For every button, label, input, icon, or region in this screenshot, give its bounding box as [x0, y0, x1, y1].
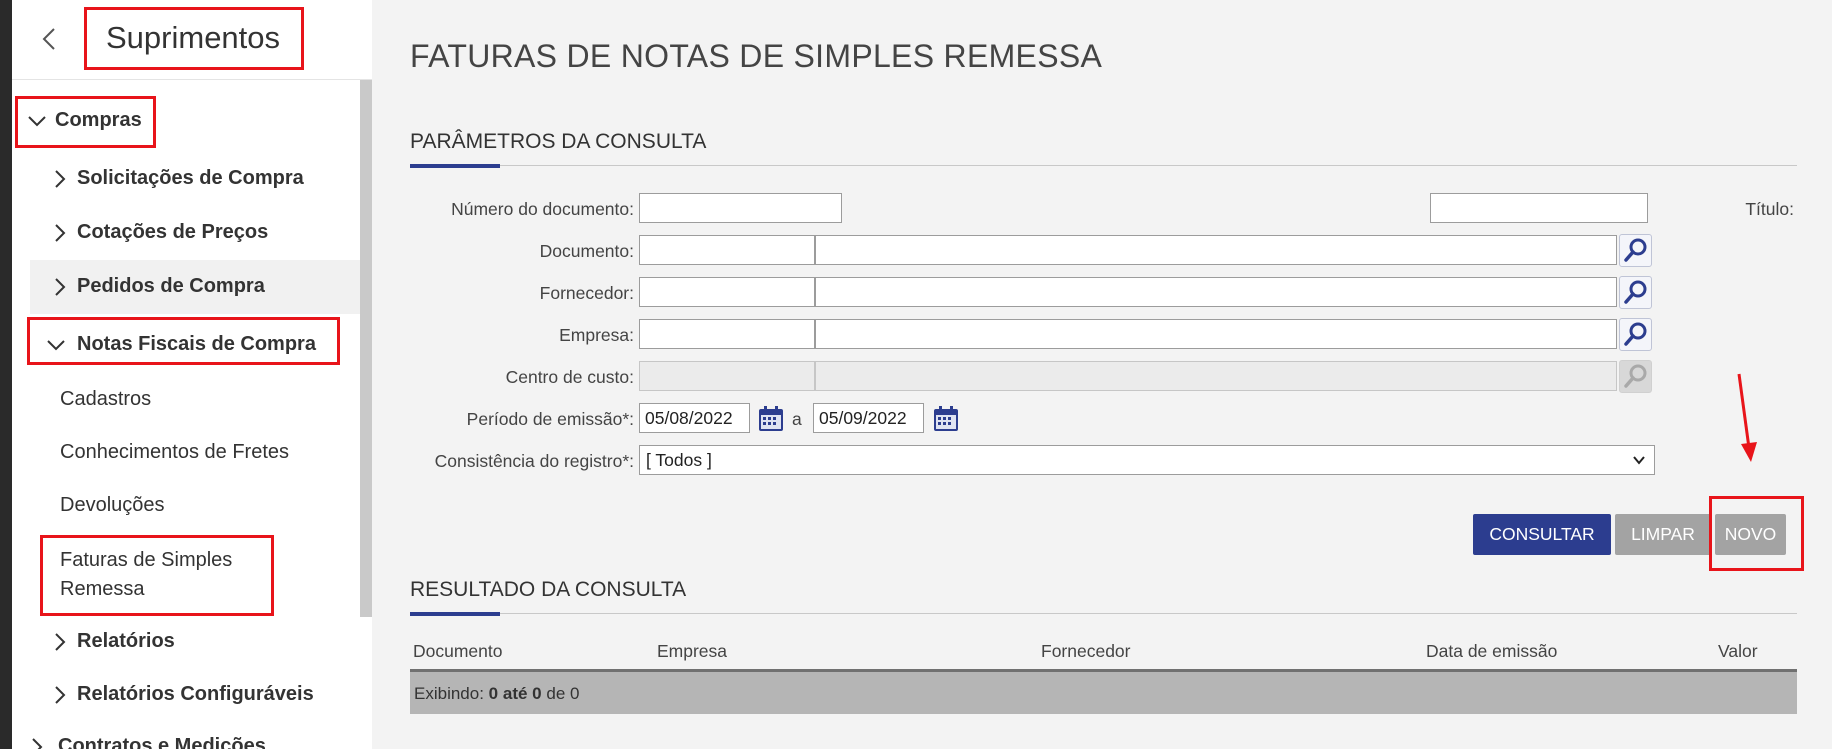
sidebar-item-label: Cadastros	[60, 388, 152, 410]
magnifier-icon	[1624, 364, 1647, 388]
column-header-fornecedor[interactable]: Fornecedor	[1041, 641, 1131, 662]
centro-lookup-button	[1619, 360, 1652, 393]
documento-desc-input[interactable]	[815, 235, 1617, 265]
column-header-valor[interactable]: Valor	[1718, 641, 1758, 662]
fornecedor-label: Fornecedor:	[539, 283, 634, 303]
chevron-down-icon	[1633, 456, 1645, 465]
sidebar-item-devolucoes[interactable]: Devoluções	[60, 494, 165, 517]
page-title: FATURAS DE NOTAS DE SIMPLES REMESSA	[410, 38, 1103, 74]
titulo-input[interactable]	[1430, 193, 1648, 223]
chevron-right-icon	[55, 224, 66, 242]
magnifier-icon	[1624, 322, 1647, 346]
pagination-to: 0	[532, 684, 542, 703]
sidebar-scrollbar[interactable]	[360, 80, 372, 617]
chevron-right-icon	[32, 738, 43, 749]
sidebar-item-label: Relatórios	[77, 630, 175, 652]
annotation-box	[84, 7, 304, 70]
sidebar-item-label: Pedidos de Compra	[77, 275, 265, 297]
chevron-right-icon	[55, 686, 66, 704]
empresa-code-input[interactable]	[639, 319, 815, 349]
empresa-label: Empresa:	[559, 325, 634, 345]
centro-desc-input	[815, 361, 1617, 391]
documento-label: Documento:	[539, 241, 634, 261]
calendar-icon[interactable]	[932, 405, 960, 433]
periodo-from-input[interactable]	[639, 403, 750, 433]
centro-label: Centro de custo:	[505, 367, 634, 387]
fornecedor-code-input[interactable]	[639, 277, 815, 307]
consistencia-value: [ Todos ]	[646, 450, 712, 470]
annotation-box	[15, 96, 156, 148]
sidebar-item-label: Relatórios Configuráveis	[77, 683, 314, 705]
pagination-from: 0	[488, 684, 499, 703]
pagination-info: Exibindo: 0 até 0 de 0	[414, 684, 579, 704]
window-edge	[0, 0, 12, 749]
sidebar-item-cotacoes[interactable]: Cotações de Preços	[50, 221, 268, 244]
table-footer	[410, 672, 1797, 714]
column-header-empresa[interactable]: Empresa	[657, 641, 727, 662]
centro-code-input	[639, 361, 815, 391]
sidebar-item-relatorios[interactable]: Relatórios	[50, 630, 175, 653]
sidebar-item-label: Solicitações de Compra	[77, 167, 304, 189]
consistencia-select[interactable]: [ Todos ]	[639, 445, 1655, 475]
magnifier-icon	[1624, 280, 1647, 304]
empresa-desc-input[interactable]	[815, 319, 1617, 349]
sidebar-item-relatorios-configuraveis[interactable]: Relatórios Configuráveis	[50, 683, 314, 706]
fornecedor-desc-input[interactable]	[815, 277, 1617, 307]
limpar-button[interactable]: LIMPAR	[1615, 514, 1711, 555]
consultar-button[interactable]: CONSULTAR	[1473, 514, 1611, 555]
sidebar: Suprimentos Compras Solicitações de Comp…	[12, 0, 372, 749]
documento-code-input[interactable]	[639, 235, 815, 265]
annotation-box	[1709, 496, 1804, 571]
sidebar-item-cadastros[interactable]: Cadastros	[60, 388, 151, 411]
pagination-prefix: Exibindo:	[414, 684, 489, 703]
numero-documento-input[interactable]	[639, 193, 842, 223]
column-header-data-emissao[interactable]: Data de emissão	[1426, 641, 1557, 662]
sidebar-item-contratos[interactable]: Contratos e Medições	[27, 735, 266, 749]
annotation-box	[40, 535, 274, 616]
periodo-separator: a	[792, 409, 802, 429]
annotation-arrow-icon	[1737, 373, 1757, 462]
divider	[410, 165, 1797, 166]
chevron-right-icon	[55, 633, 66, 651]
consistencia-label: Consistência do registro*:	[434, 451, 634, 471]
sidebar-item-pedidos[interactable]: Pedidos de Compra	[50, 275, 265, 298]
divider	[410, 613, 1797, 614]
calendar-icon[interactable]	[757, 405, 785, 433]
sidebar-item-label: Cotações de Preços	[77, 221, 269, 243]
results-section-title: RESULTADO DA CONSULTA	[410, 578, 687, 601]
sidebar-item-label: Contratos e Medições	[58, 735, 266, 749]
sidebar-item-label: Conhecimentos de Fretes	[60, 441, 290, 463]
chevron-right-icon	[55, 170, 66, 188]
annotation-box	[27, 317, 340, 365]
titulo-label: Título:	[1745, 199, 1794, 219]
documento-lookup-button[interactable]	[1619, 234, 1652, 267]
section-accent	[410, 612, 500, 616]
pagination-ate: até	[498, 684, 533, 703]
sidebar-item-solicitacoes[interactable]: Solicitações de Compra	[50, 167, 304, 190]
section-accent	[410, 164, 500, 168]
periodo-to-input[interactable]	[813, 403, 924, 433]
params-section-title: PARÂMETROS DA CONSULTA	[410, 130, 707, 153]
sidebar-item-label: Devoluções	[60, 494, 165, 516]
main-content: FATURAS DE NOTAS DE SIMPLES REMESSA PARÂ…	[372, 0, 1832, 749]
magnifier-icon	[1624, 238, 1647, 262]
pagination-suffix: de 0	[541, 684, 580, 703]
column-header-documento[interactable]: Documento	[413, 641, 503, 662]
sidebar-item-conhecimentos[interactable]: Conhecimentos de Fretes	[60, 441, 289, 464]
numero-label: Número do documento:	[451, 199, 634, 219]
periodo-label: Período de emissão*:	[466, 409, 634, 429]
fornecedor-lookup-button[interactable]	[1619, 276, 1652, 309]
chevron-left-icon[interactable]	[38, 24, 62, 54]
chevron-right-icon	[55, 278, 66, 296]
empresa-lookup-button[interactable]	[1619, 318, 1652, 351]
